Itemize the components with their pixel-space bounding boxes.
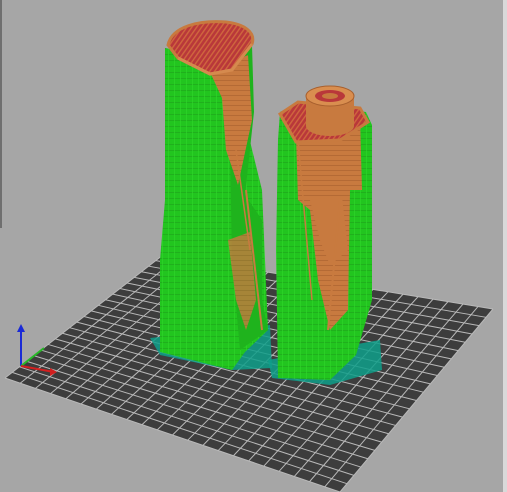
short-tower[interactable] (276, 85, 372, 380)
panel-edge-left (0, 0, 2, 228)
scene-canvas[interactable] (0, 0, 507, 492)
panel-edge-right (503, 0, 507, 492)
tall-tower[interactable] (160, 20, 268, 370)
3d-viewport[interactable] (0, 0, 507, 492)
